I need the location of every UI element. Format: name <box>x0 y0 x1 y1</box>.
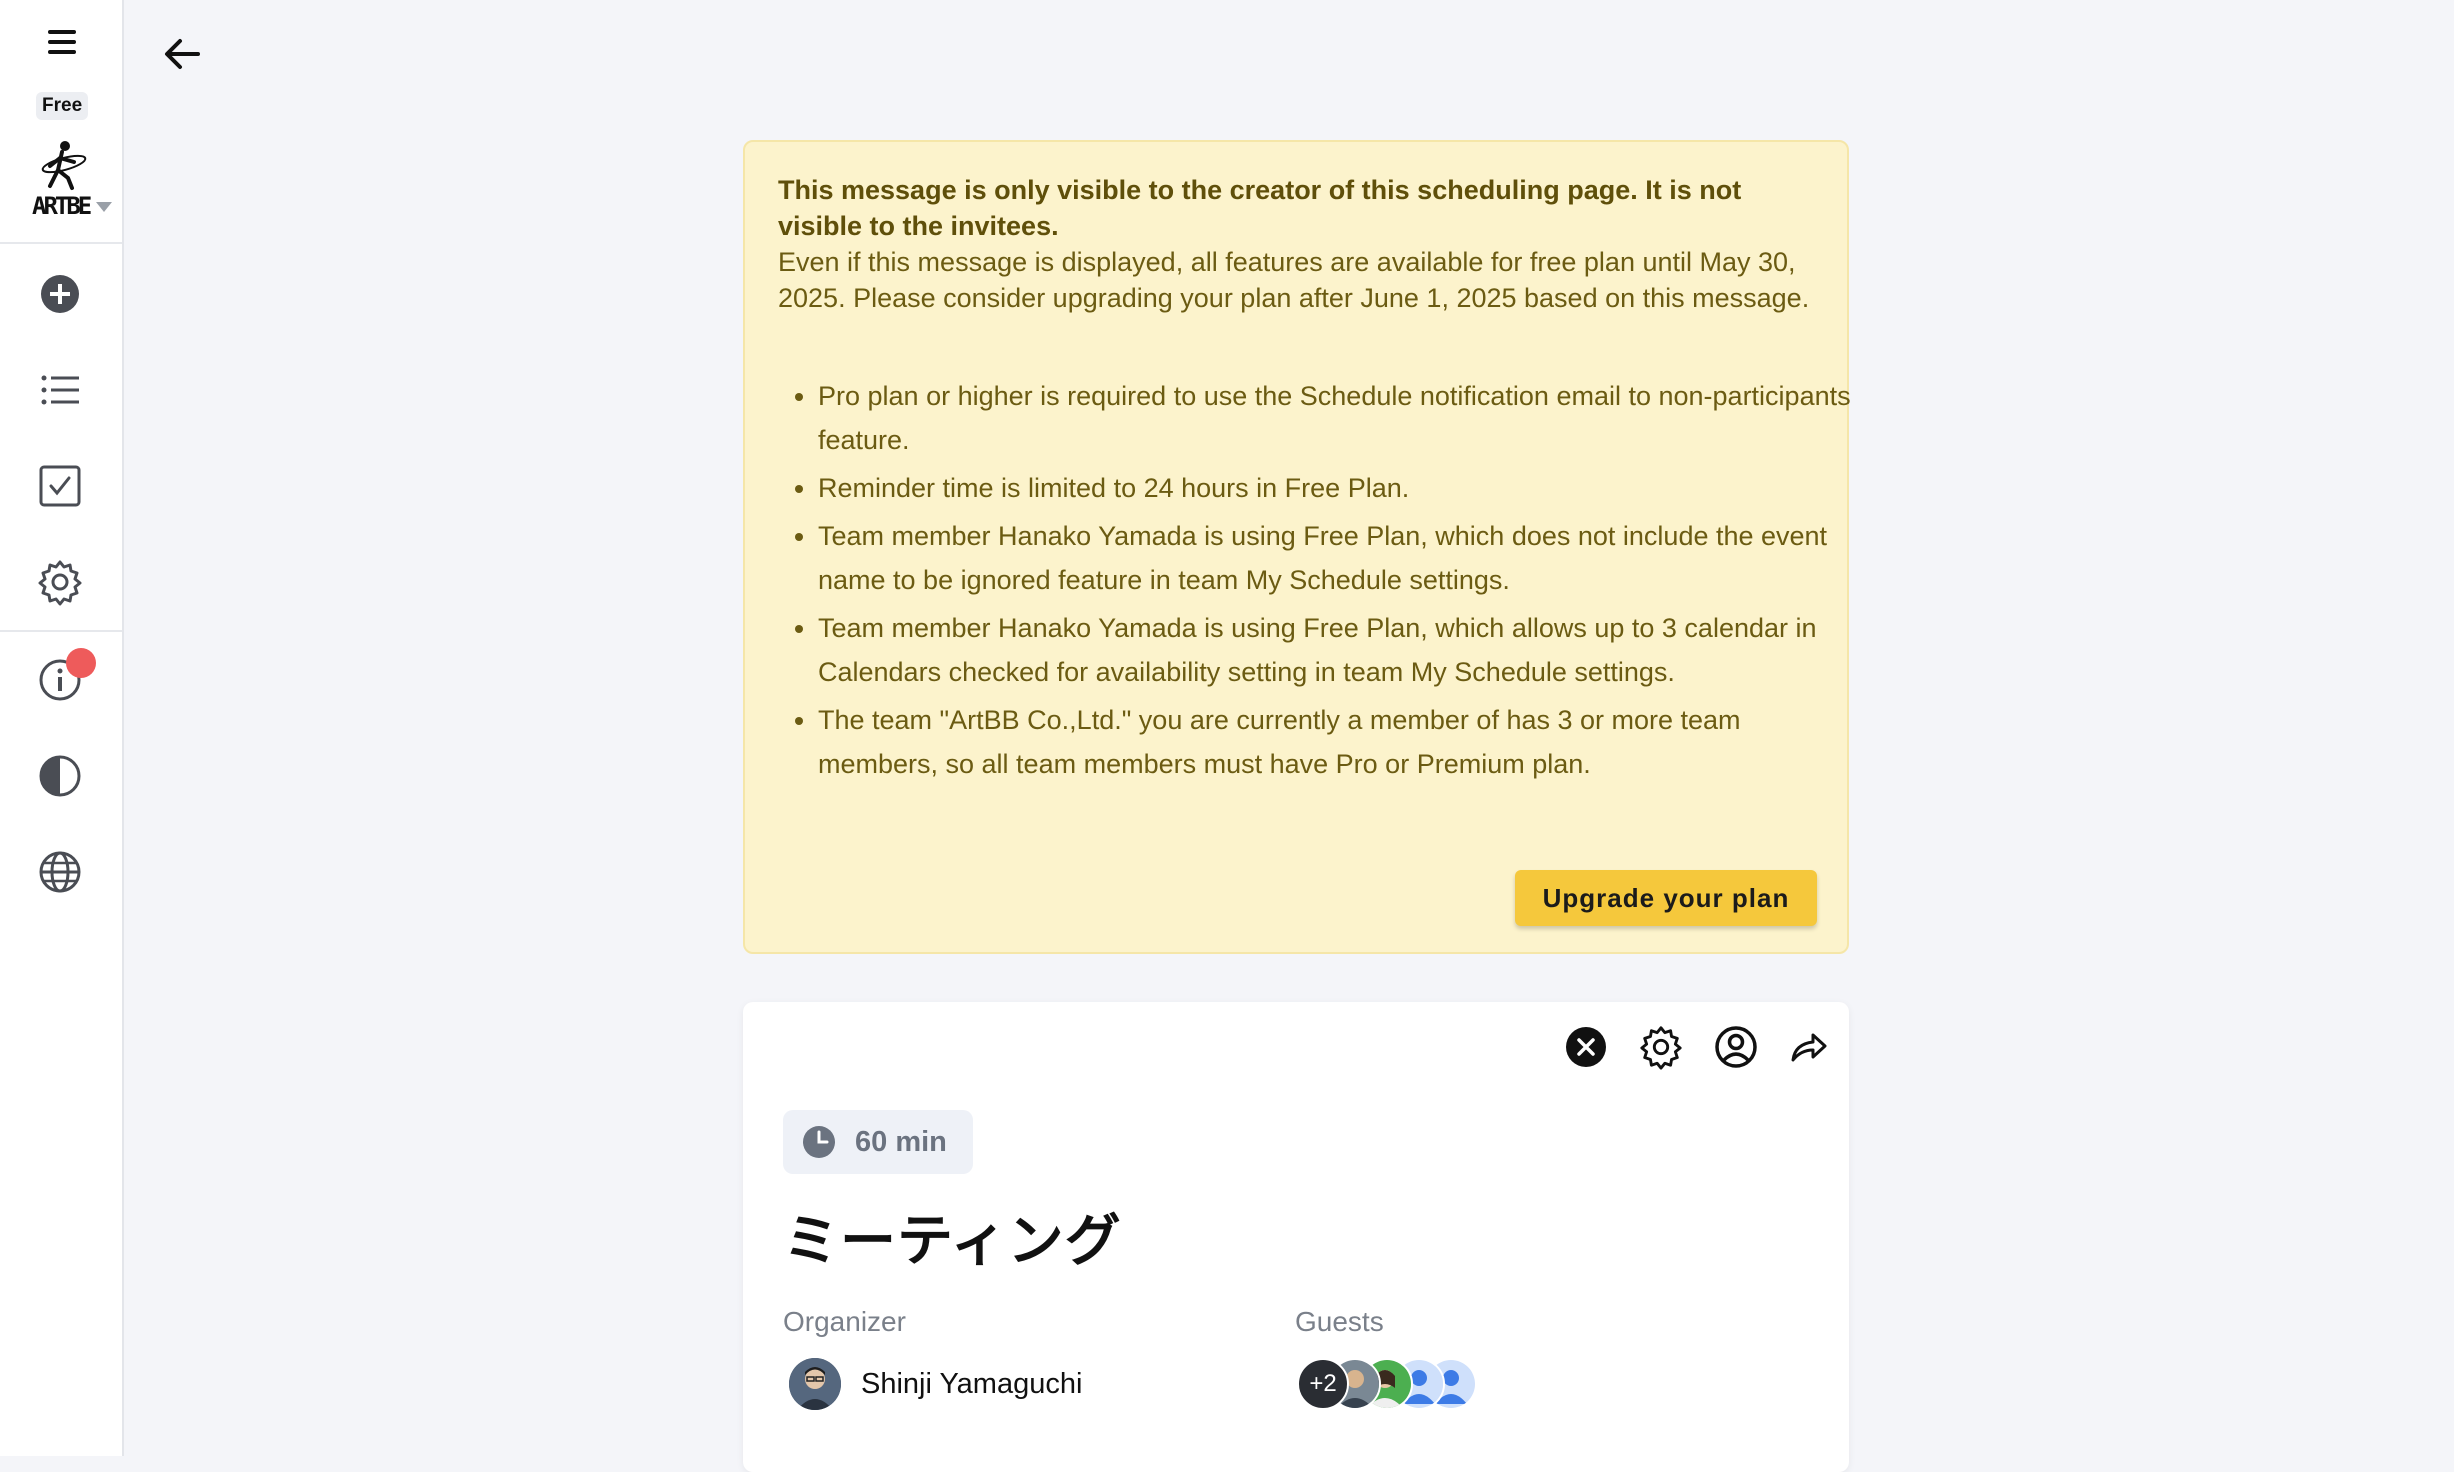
user-circle-icon[interactable] <box>1713 1024 1759 1070</box>
notice-item: Team member Hanako Yamada is using Free … <box>818 606 1858 694</box>
plus-circle-icon[interactable] <box>36 270 84 318</box>
notice-title: This message is only visible to the crea… <box>778 175 1742 241</box>
notice-list: Pro plan or higher is required to use th… <box>778 374 1858 790</box>
share-icon[interactable] <box>1785 1024 1831 1070</box>
guest-avatars[interactable]: +2 <box>1297 1356 1497 1414</box>
notice-item: The team "ArtBB Co.,Ltd." you are curren… <box>818 698 1858 786</box>
plan-notice: This message is only visible to the crea… <box>743 140 1851 954</box>
menu-icon[interactable] <box>42 22 82 62</box>
list-icon[interactable] <box>36 366 84 414</box>
sidebar: Free ARTBE <box>0 0 124 1456</box>
duration-text: 60 min <box>855 1126 947 1158</box>
close-icon[interactable] <box>1563 1024 1609 1070</box>
arrow-left-icon[interactable] <box>158 30 206 78</box>
clock-icon <box>803 1126 835 1158</box>
sidebar-divider <box>0 242 122 244</box>
upgrade-plan-button[interactable]: Upgrade your plan <box>1515 870 1817 926</box>
sidebar-divider <box>0 630 122 632</box>
event-card: 60 min ミーティング Organizer Shinji Yamaguchi… <box>743 1002 1849 1472</box>
guests-more-count[interactable]: +2 <box>1297 1358 1349 1410</box>
notice-item: Pro plan or higher is required to use th… <box>818 374 1858 462</box>
organizer-label: Organizer <box>783 1306 906 1337</box>
notice-item: Team member Hanako Yamada is using Free … <box>818 514 1858 602</box>
team-logo[interactable]: ARTBE <box>26 138 116 222</box>
organizer-photo-icon <box>789 1358 841 1410</box>
notice-item: Reminder time is limited to 24 hours in … <box>818 466 1858 510</box>
contrast-icon[interactable] <box>36 752 84 800</box>
gear-icon[interactable] <box>1638 1024 1684 1070</box>
gear-icon[interactable] <box>36 558 84 606</box>
avatar <box>789 1358 841 1410</box>
checkbox-icon[interactable] <box>36 462 84 510</box>
logo-figure-icon <box>41 141 87 190</box>
notification-badge <box>66 648 96 678</box>
guests-label: Guests <box>1295 1306 1384 1337</box>
notice-body: Even if this message is displayed, all f… <box>778 247 1810 313</box>
globe-icon[interactable] <box>36 848 84 896</box>
chevron-down-icon[interactable] <box>96 202 112 212</box>
duration-chip: 60 min <box>783 1110 973 1174</box>
event-title: ミーティング <box>783 1209 1122 1274</box>
plan-badge: Free <box>36 92 89 120</box>
organizer-name: Shinji Yamaguchi <box>861 1368 1083 1400</box>
logo-text: ARTBE <box>32 192 92 220</box>
